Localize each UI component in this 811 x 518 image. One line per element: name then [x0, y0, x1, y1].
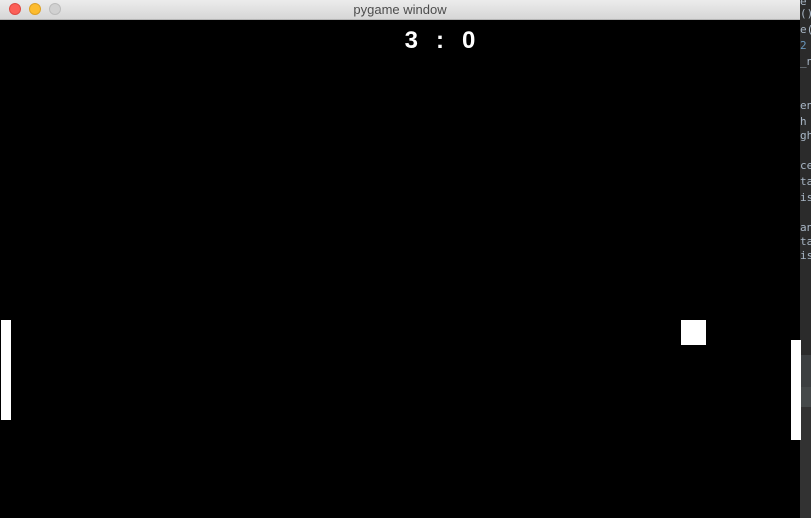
editor-panel-band	[800, 355, 811, 387]
editor-panel-band	[800, 387, 811, 407]
game-canvas[interactable]: 3:0	[0, 20, 801, 518]
code-line: ()	[800, 7, 811, 20]
code-line: an	[800, 221, 811, 234]
right-paddle	[791, 340, 801, 440]
code-line: 2	[800, 39, 807, 52]
left-player-score: 3	[404, 27, 418, 54]
code-line: ce	[800, 159, 811, 172]
code-line: h	[800, 115, 807, 128]
ball	[681, 320, 706, 345]
pygame-window: pygame window 3:0	[0, 0, 801, 518]
window-title: pygame window	[353, 2, 447, 17]
code-line: ta	[800, 235, 811, 248]
code-line: _n	[800, 55, 811, 68]
score-separator: :	[436, 27, 444, 54]
desktop: e () e( 2 _n en h gh ce ta is an ta is p…	[0, 0, 811, 518]
background-code-editor: e () e( 2 _n en h gh ce ta is an ta is	[800, 0, 811, 518]
left-paddle	[1, 320, 11, 420]
code-line: is	[800, 191, 811, 204]
scoreboard: 3:0	[380, 28, 500, 54]
code-line: ta	[800, 175, 811, 188]
code-line: e(	[800, 23, 811, 36]
editor-panel-band	[800, 407, 811, 518]
right-player-score: 0	[462, 27, 476, 54]
code-line: en	[800, 99, 811, 112]
window-titlebar[interactable]: pygame window	[0, 0, 800, 20]
code-line: gh	[800, 129, 811, 142]
code-line: is	[800, 249, 811, 262]
